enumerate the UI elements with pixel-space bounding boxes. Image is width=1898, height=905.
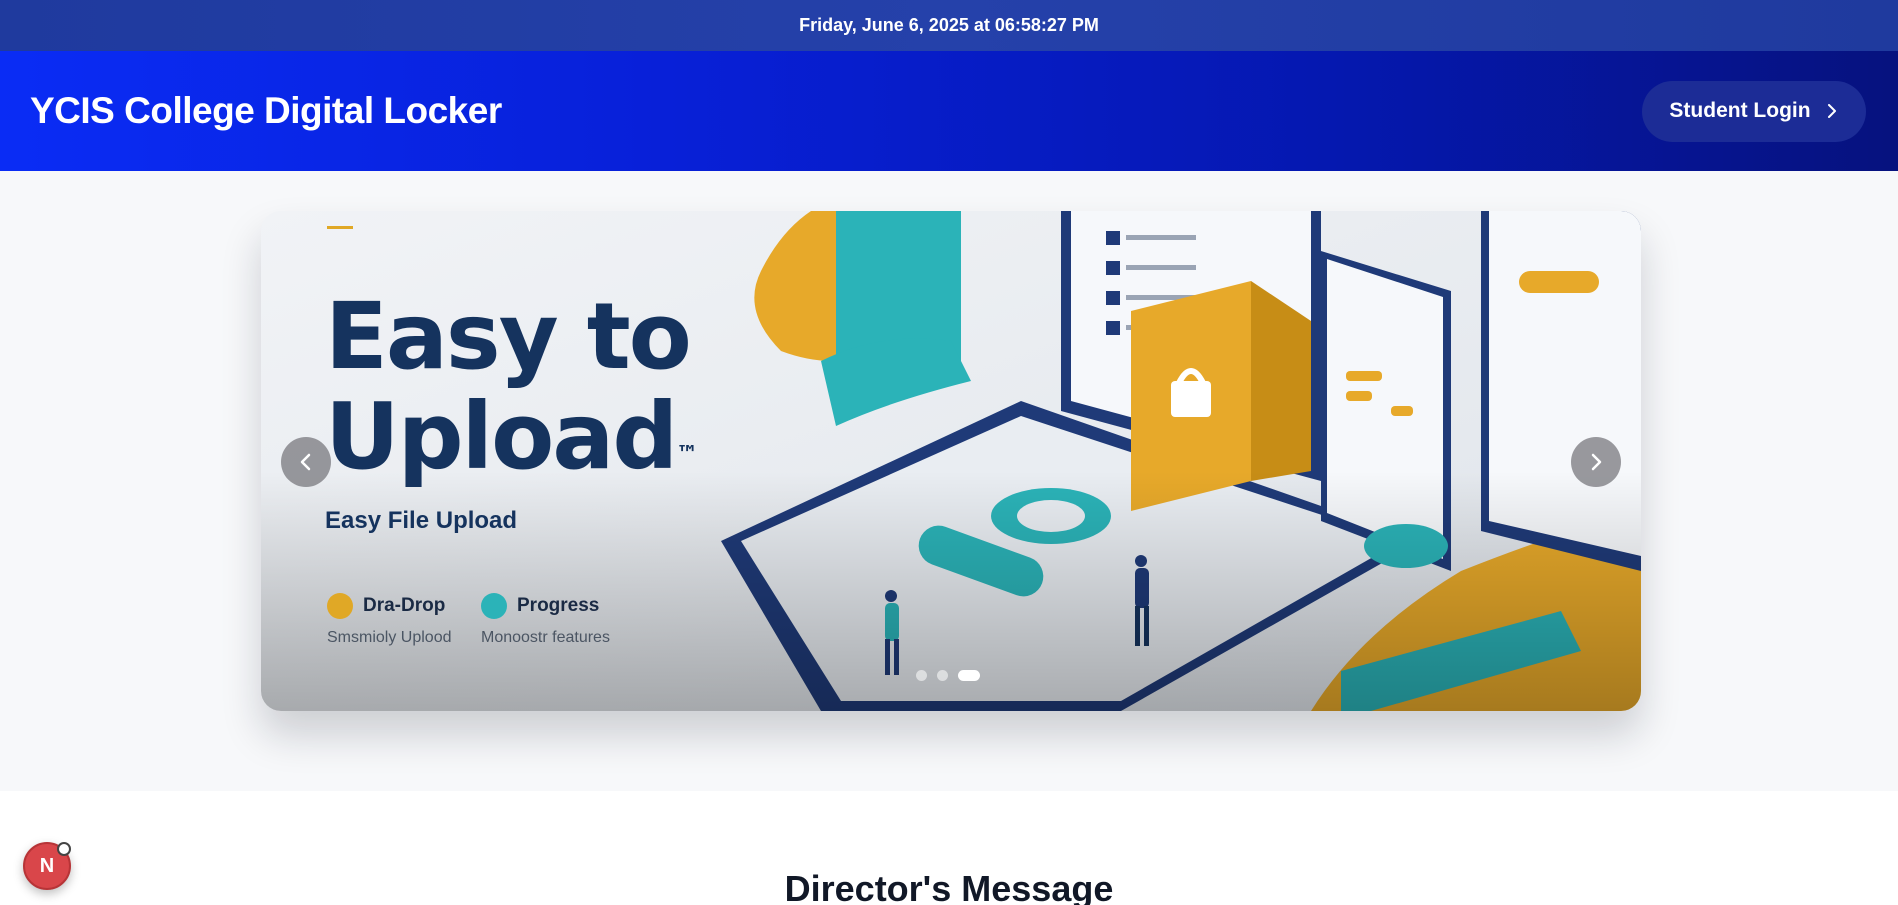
director-section: Director's Message	[0, 791, 1898, 905]
dev-tools-badge[interactable]: N	[23, 842, 71, 890]
carousel-dot-1[interactable]	[916, 670, 927, 681]
carousel-prev-button[interactable]	[281, 437, 331, 487]
site-header: YCIS College Digital Locker Student Logi…	[0, 51, 1898, 171]
feature-title-text: Progress	[517, 595, 600, 616]
badge-indicator	[57, 842, 71, 856]
carousel-indicators	[916, 670, 980, 681]
drag-drop-icon	[327, 593, 353, 619]
feature-desc: Monoostr features	[481, 629, 610, 646]
hero-section: Easy to Upload™ Easy File Upload Dra-Dro…	[0, 171, 1898, 791]
slide-heading-upload: Upload	[325, 383, 678, 490]
slide-text: Easy to Upload™ Easy File Upload	[325, 287, 698, 535]
slide-heading-line-1: Easy to	[325, 283, 692, 390]
chevron-left-icon	[300, 453, 311, 471]
chevron-right-icon	[1591, 453, 1602, 471]
feature-drag-drop: Dra-Drop Smsmioly Uplood	[327, 593, 451, 647]
feature-progress: Progress Monoostr features	[481, 593, 610, 647]
slide-heading: Easy to Upload™	[325, 287, 698, 487]
slide-subheading: Easy File Upload	[325, 507, 518, 534]
current-datetime: Friday, June 6, 2025 at 06:58:27 PM	[799, 15, 1099, 35]
date-time-bar: Friday, June 6, 2025 at 06:58:27 PM	[0, 0, 1898, 51]
carousel-dot-3[interactable]	[958, 670, 980, 681]
image-carousel: Easy to Upload™ Easy File Upload Dra-Dro…	[261, 211, 1641, 711]
progress-icon	[481, 593, 507, 619]
feature-title: Progress	[481, 593, 610, 619]
site-title: YCIS College Digital Locker	[30, 90, 502, 131]
slide-heading-line-2: Upload™	[325, 387, 698, 487]
chevron-right-icon	[1827, 104, 1836, 118]
feature-desc: Smsmioly Uplood	[327, 629, 452, 646]
trademark-symbol: ™	[676, 442, 699, 467]
student-login-label: Student Login	[1669, 99, 1811, 122]
carousel-next-button[interactable]	[1571, 437, 1621, 487]
student-login-button[interactable]: Student Login	[1642, 80, 1866, 142]
badge-letter: N	[39, 854, 55, 877]
feature-title-text: Dra-Drop	[363, 595, 446, 616]
director-message-title: Director's Message	[784, 868, 1114, 905]
carousel-dot-2[interactable]	[937, 670, 948, 681]
feature-title: Dra-Drop	[327, 593, 451, 619]
